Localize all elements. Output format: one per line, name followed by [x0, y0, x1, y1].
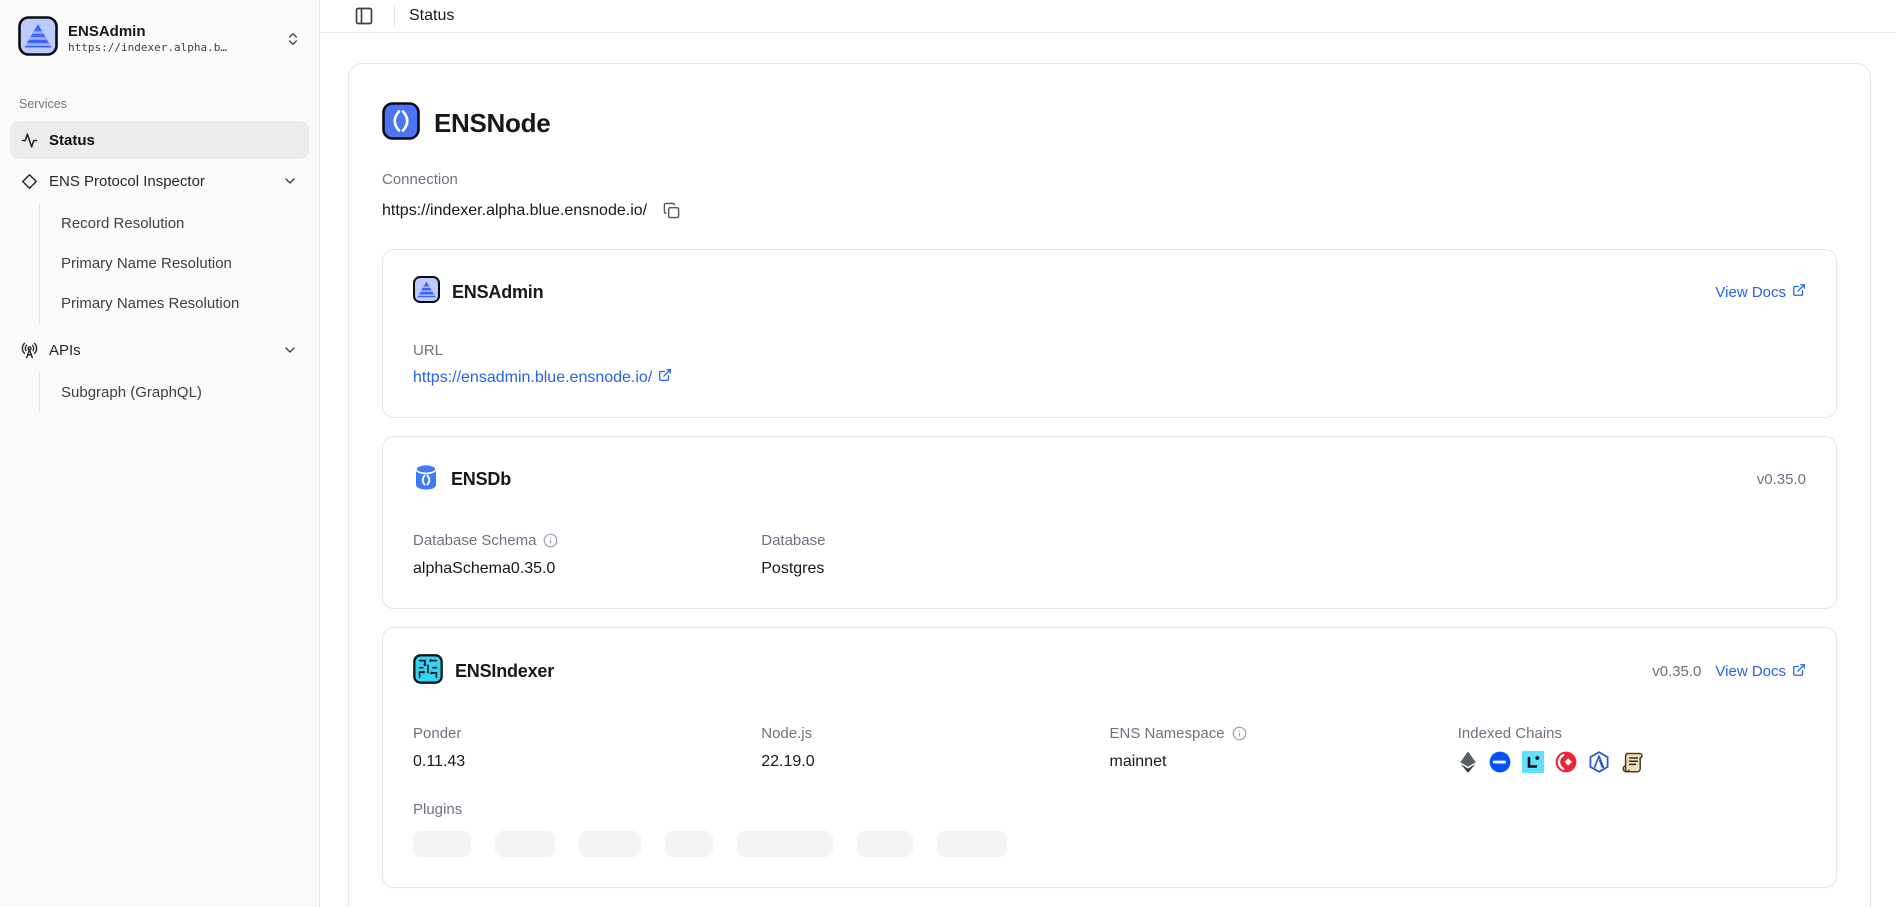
ensnode-header: ENSNode [382, 102, 1837, 145]
page-content: ENSNode Connection https://indexer.alpha… [320, 33, 1896, 907]
external-link-icon [1792, 283, 1806, 301]
ensindexer-maze-icon [413, 654, 443, 689]
field-value: mainnet [1110, 753, 1458, 771]
card-title: ENSIndexer [455, 661, 554, 682]
field-value: alphaSchema0.35.0 [413, 560, 761, 578]
ensadmin-url-link[interactable]: https://ensadmin.blue.ensnode.io/ [413, 368, 672, 387]
field-nodejs: Node.js 22.19.0 [761, 725, 1109, 773]
field-value: 22.19.0 [761, 753, 1109, 771]
optimism-chain-icon [1555, 751, 1577, 773]
field-label: Database [761, 532, 825, 549]
version-badge: v0.35.0 [1757, 471, 1806, 488]
version-badge: v0.35.0 [1652, 663, 1701, 680]
external-link-icon [1792, 663, 1806, 681]
sidebar-item-subgraph-graphql[interactable]: Subgraph (GraphQL) [43, 372, 309, 412]
sidebar-subitem-label: Subgraph (GraphQL) [61, 384, 202, 401]
ensdb-database-icon [413, 463, 439, 496]
topbar: Status [320, 0, 1896, 33]
chevron-down-icon [282, 173, 298, 189]
sidebar-toggle-button[interactable] [348, 0, 380, 32]
field-value: Postgres [761, 560, 1109, 578]
sidebar-item-primary-name-resolution[interactable]: Primary Name Resolution [43, 243, 309, 283]
field-label: Node.js [761, 725, 812, 742]
sidebar-item-ens-protocol-inspector[interactable]: ENS Protocol Inspector [10, 162, 309, 200]
info-icon[interactable] [1232, 726, 1247, 741]
apis-submenu: Subgraph (GraphQL) [39, 372, 309, 412]
ensnode-status-panel: ENSNode Connection https://indexer.alpha… [348, 63, 1871, 907]
connection-label: Connection [382, 171, 1837, 188]
view-docs-link[interactable]: View Docs [1715, 283, 1806, 301]
radio-tower-icon [21, 342, 38, 359]
topbar-separator [394, 6, 395, 26]
sidebar-item-record-resolution[interactable]: Record Resolution [43, 203, 309, 243]
field-indexed-chains: Indexed Chains [1458, 725, 1806, 773]
sidebar-subitem-label: Primary Name Resolution [61, 255, 232, 272]
info-icon[interactable] [543, 533, 558, 548]
plugin-pill [495, 831, 555, 857]
page-title: ENSNode [434, 108, 550, 139]
field-label: Ponder [413, 725, 461, 742]
base-chain-icon [1489, 751, 1511, 773]
chevron-down-icon [282, 342, 298, 358]
plugin-pill-row [413, 831, 1806, 857]
card-title: ENSAdmin [452, 282, 543, 303]
sidebar-app-name: ENSAdmin [68, 23, 275, 42]
plugin-pill [737, 831, 833, 857]
url-label: URL [413, 342, 1806, 359]
sidebar: ENSAdmin https://indexer.alpha.b… Servic… [0, 0, 320, 907]
field-ponder: Ponder 0.11.43 [413, 725, 761, 773]
sidebar-connection-url: https://indexer.alpha.b… [68, 41, 275, 54]
connection-row: https://indexer.alpha.blue.ensnode.io/ [382, 200, 1837, 221]
sidebar-item-label: Status [49, 132, 95, 149]
plugin-pill [857, 831, 913, 857]
sidebar-subitem-label: Record Resolution [61, 215, 184, 232]
ensadmin-logo-icon [18, 16, 58, 61]
view-docs-label: View Docs [1715, 284, 1786, 301]
arbitrum-chain-icon [1588, 751, 1610, 773]
linea-chain-icon [1522, 751, 1544, 773]
app-window: ENSAdmin https://indexer.alpha.b… Servic… [0, 0, 1896, 907]
ensindexer-card: ENSIndexer v0.35.0 View Docs [382, 627, 1837, 888]
field-value: 0.11.43 [413, 753, 761, 771]
plugin-pill [937, 831, 1007, 857]
field-label: Indexed Chains [1458, 725, 1562, 742]
field-ens-namespace: ENS Namespace mainnet [1110, 725, 1458, 773]
ens-diamond-icon [21, 173, 38, 190]
view-docs-label: View Docs [1715, 663, 1786, 680]
chevrons-up-down-icon [285, 31, 301, 47]
copy-icon[interactable] [661, 200, 682, 221]
plugin-pill [579, 831, 641, 857]
workspace-switcher[interactable]: ENSAdmin https://indexer.alpha.b… [10, 10, 309, 67]
ensnode-logo-icon [382, 102, 420, 145]
external-link-icon [658, 368, 672, 387]
sidebar-subitem-label: Primary Names Resolution [61, 295, 239, 312]
breadcrumb: Status [409, 7, 454, 25]
indexed-chains-row [1458, 751, 1806, 773]
plugins-label: Plugins [413, 801, 1806, 818]
sidebar-item-apis[interactable]: APIs [10, 331, 309, 369]
sidebar-section-label: Services [10, 97, 309, 111]
scroll-chain-icon [1621, 751, 1644, 773]
card-title: ENSDb [451, 469, 511, 490]
inspector-submenu: Record Resolution Primary Name Resolutio… [39, 203, 309, 323]
sidebar-item-status[interactable]: Status [10, 121, 309, 159]
field-database: Database Postgres [761, 532, 1109, 578]
view-docs-link[interactable]: View Docs [1715, 663, 1806, 681]
activity-icon [21, 132, 38, 149]
ensadmin-url-text: https://ensadmin.blue.ensnode.io/ [413, 369, 652, 387]
ensdb-card: ENSDb v0.35.0 Database Schema [382, 436, 1837, 609]
field-label: Database Schema [413, 532, 536, 549]
plugin-pill [665, 831, 713, 857]
sidebar-item-label: ENS Protocol Inspector [49, 173, 271, 190]
field-database-schema: Database Schema alphaSchema0.35.0 [413, 532, 761, 578]
sidebar-item-primary-names-resolution[interactable]: Primary Names Resolution [43, 283, 309, 323]
sidebar-item-label: APIs [49, 342, 271, 359]
ensadmin-card-icon [413, 276, 440, 308]
field-label: ENS Namespace [1110, 725, 1225, 742]
plugin-pill [413, 831, 471, 857]
ensadmin-card: ENSAdmin View Docs URL [382, 249, 1837, 418]
ethereum-chain-icon [1458, 751, 1478, 773]
connection-url: https://indexer.alpha.blue.ensnode.io/ [382, 202, 647, 220]
main-area: Status ENSNode Connection https: [320, 0, 1896, 907]
